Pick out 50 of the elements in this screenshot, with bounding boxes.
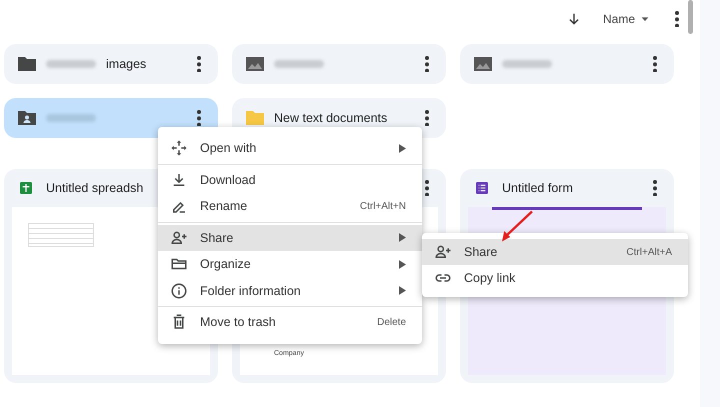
more-options-button[interactable] [672, 10, 682, 28]
form-icon [474, 180, 490, 196]
scrollbar[interactable] [688, 0, 693, 34]
info-icon [170, 282, 188, 300]
more-options-button[interactable] [422, 55, 432, 73]
menu-item[interactable]: Open with [158, 135, 422, 162]
kebab-icon [425, 110, 429, 126]
spreadsheet-icon [18, 180, 34, 196]
down-arrow-icon [566, 12, 581, 26]
menu-item[interactable]: Share [158, 224, 422, 251]
more-options-button[interactable] [422, 109, 432, 127]
folder-name: images [106, 57, 148, 71]
sort-direction-button[interactable] [566, 12, 581, 26]
shortcut-text: Ctrl+Alt+A [626, 246, 672, 258]
kebab-icon [197, 56, 201, 72]
file-name: Untitled form [502, 181, 574, 195]
more-options-button[interactable] [422, 179, 432, 197]
more-options-button[interactable] [194, 55, 204, 73]
move-arrows-icon [170, 139, 188, 158]
more-options-button[interactable] [194, 109, 204, 127]
table-drawing [28, 223, 94, 247]
add-person-icon [170, 228, 188, 247]
shared-folder-icon [18, 111, 36, 125]
file-name: Untitled spreadsh [46, 181, 144, 195]
folder-name: New text documents [274, 111, 388, 125]
more-options-button[interactable] [650, 55, 660, 73]
shortcut-text: Delete [377, 316, 406, 328]
menu-item[interactable]: Share Ctrl+Alt+A [422, 239, 688, 265]
menu-item[interactable]: Copy link [422, 265, 688, 291]
folder-card[interactable] [460, 44, 674, 84]
folder-card[interactable] [4, 98, 218, 138]
menu-item[interactable]: Organize [158, 251, 422, 278]
add-person-icon [434, 243, 452, 261]
kebab-icon [653, 180, 657, 196]
shortcut-text: Ctrl+Alt+N [360, 200, 406, 212]
menu-item[interactable]: Move to trash Delete [158, 309, 422, 336]
folder-card[interactable]: images [4, 44, 218, 84]
kebab-icon [653, 56, 657, 72]
image-icon [474, 57, 492, 71]
image-icon [246, 57, 264, 71]
menu-item[interactable]: Download [158, 166, 422, 193]
kebab-icon [675, 10, 679, 28]
menu-item[interactable]: Rename Ctrl+Alt+N [158, 193, 422, 220]
kebab-icon [197, 110, 201, 126]
menu-item[interactable]: Folder information [158, 278, 422, 304]
folder-card[interactable] [232, 44, 446, 84]
more-options-button[interactable] [650, 179, 660, 197]
sort-button[interactable]: Name [602, 12, 650, 26]
kebab-icon [425, 180, 429, 196]
kebab-icon [425, 56, 429, 72]
